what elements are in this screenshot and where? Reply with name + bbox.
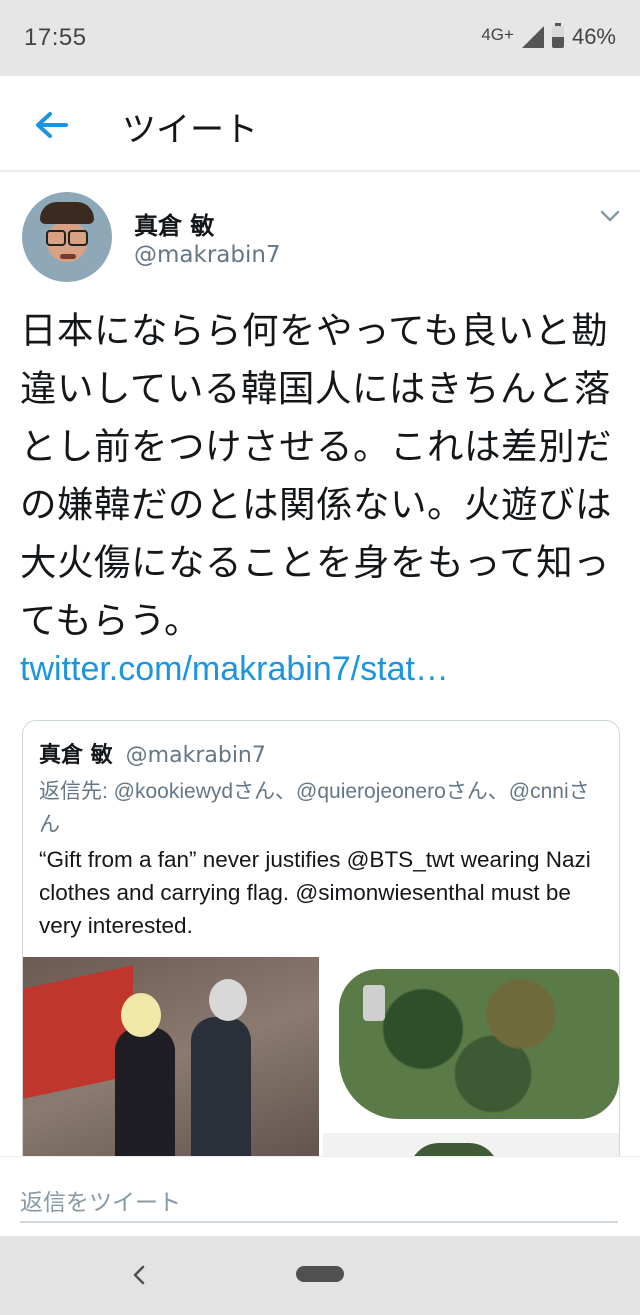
- reply-bar: 返信をツイート: [0, 1156, 640, 1237]
- quoted-tweet-header: 真倉 敏 @makrabin7: [39, 737, 266, 769]
- quoted-author-handle: @makrabin7: [125, 743, 266, 768]
- quoted-tweet-text: “Gift from a fan” never justifies @BTS_t…: [39, 847, 591, 938]
- author-name[interactable]: 真倉 敏: [134, 206, 214, 241]
- back-button[interactable]: [28, 100, 76, 148]
- chevron-down-icon[interactable]: [598, 206, 622, 226]
- avatar[interactable]: [22, 192, 112, 282]
- status-bar: 17:55 4G+ 46%: [0, 0, 640, 76]
- nav-back-button[interactable]: [124, 1260, 154, 1290]
- page-title: ツイート: [122, 110, 258, 150]
- nav-home-button[interactable]: [296, 1266, 344, 1282]
- navigation-bar: [0, 1236, 640, 1315]
- status-indicators: 4G+ 46%: [481, 23, 616, 50]
- header: ツイート: [0, 76, 640, 172]
- network-label: 4G+: [481, 25, 514, 44]
- avatar-glasses-right: [68, 230, 88, 246]
- person-head: [121, 993, 161, 1037]
- quoted-author-name: 真倉 敏: [39, 743, 113, 768]
- author-handle[interactable]: @makrabin7: [134, 242, 281, 268]
- avatar-hair: [40, 202, 94, 224]
- tweet-link[interactable]: twitter.com/makrabin7/stat…: [20, 650, 449, 689]
- signal-icon: [521, 26, 544, 48]
- arrow-left-icon: [36, 112, 68, 138]
- status-time: 17:55: [24, 24, 87, 51]
- battery-level: 46%: [571, 24, 616, 49]
- quoted-reply-to: 返信先: @kookiewydさん、@quierojeoneroさん、@cnni…: [39, 780, 590, 836]
- avatar-mouth: [60, 254, 76, 259]
- chevron-left-icon: [133, 1265, 145, 1285]
- media-image-cap[interactable]: [323, 957, 619, 1129]
- person-head: [209, 979, 247, 1021]
- reply-input[interactable]: 返信をツイート: [20, 1179, 618, 1223]
- tweet-text: 日本にならら何をやっても良いと勘違いしている韓国人にはきちんと落とし前をつけさせ…: [20, 309, 612, 642]
- avatar-glasses-left: [46, 230, 66, 246]
- cap-badge: [363, 985, 385, 1021]
- battery-icon: [551, 23, 564, 48]
